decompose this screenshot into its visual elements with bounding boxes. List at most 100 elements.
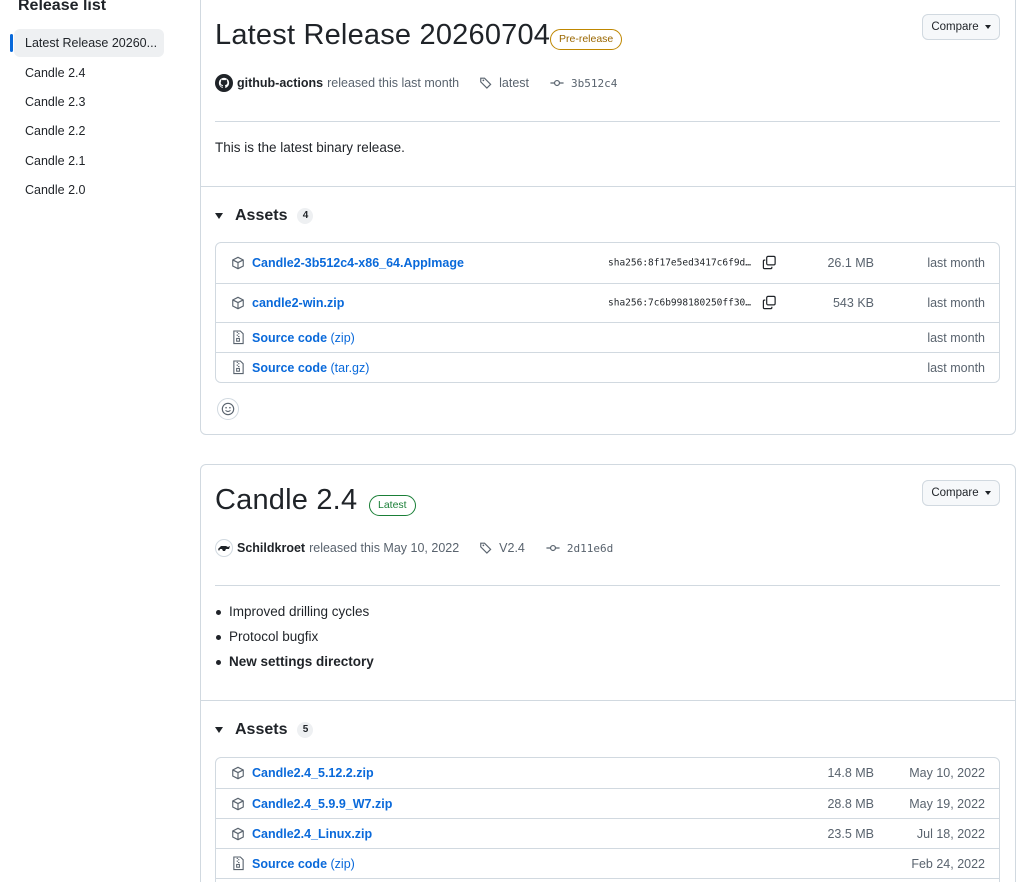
github-mark-icon <box>218 77 230 88</box>
asset-date: last month <box>927 296 985 310</box>
assets-count: 4 <box>297 208 314 224</box>
release-card-latest: Latest Release 20260704 Pre-release Comp… <box>200 0 1016 435</box>
package-icon <box>230 765 246 781</box>
tag-icon <box>480 542 492 554</box>
commit-icon <box>550 79 564 87</box>
compare-label: Compare <box>931 487 979 499</box>
compare-label: Compare <box>931 21 979 33</box>
note-item: Improved drilling cycles <box>216 599 374 624</box>
asset-row: Candle2-3b512c4-x86_64.AppImage sha256:8… <box>216 243 999 283</box>
asset-date: last month <box>927 256 985 270</box>
latest-badge: Latest <box>369 495 416 516</box>
sidebar-item-candle-2-4[interactable]: Candle 2.4 <box>14 59 164 87</box>
divider <box>215 585 1000 586</box>
author-link[interactable]: github-actions <box>237 76 323 90</box>
asset-size: 543 KB <box>832 296 874 310</box>
source-code-link[interactable]: Source code (zip) <box>252 331 355 345</box>
prerelease-badge: Pre-release <box>550 29 623 50</box>
assets-header[interactable]: Assets 4 <box>215 207 314 225</box>
asset-date: last month <box>927 360 985 375</box>
asset-date: Jul 18, 2022 <box>916 826 985 841</box>
note-item: New settings directory <box>216 649 374 674</box>
github-actions-avatar[interactable] <box>215 74 233 92</box>
commit-icon <box>546 544 560 552</box>
release-description: This is the latest binary release. <box>215 140 405 155</box>
assets-list: Candle2-3b512c4-x86_64.AppImage sha256:8… <box>215 242 1000 383</box>
package-icon <box>230 826 246 842</box>
sidebar-title: Release list <box>18 0 107 14</box>
asset-row: Source code (zip) Feb 24, 2022 <box>216 848 999 878</box>
tag-icon <box>480 77 492 89</box>
copy-icon[interactable] <box>762 255 778 271</box>
sidebar-item-candle-2-3[interactable]: Candle 2.3 <box>14 88 164 116</box>
assets-list: Candle2.4_5.12.2.zip 14.8 MB May 10, 202… <box>215 757 1000 882</box>
tag-link[interactable]: latest <box>479 76 529 90</box>
sidebar-item-latest-release[interactable]: Latest Release 20260... <box>14 29 164 57</box>
sidebar-item-candle-2-1[interactable]: Candle 2.1 <box>14 147 164 175</box>
tag-label: V2.4 <box>499 541 525 555</box>
release-meta: Schildkroet released this May 10, 2022 V… <box>215 538 613 558</box>
assets-header[interactable]: Assets 5 <box>215 721 314 739</box>
section-divider <box>201 186 1015 187</box>
file-zip-icon <box>230 330 246 346</box>
asset-size: 14.8 MB <box>827 766 874 780</box>
package-icon <box>230 295 246 311</box>
file-zip-icon <box>230 856 246 872</box>
package-icon <box>230 796 246 812</box>
release-title[interactable]: Latest Release 20260704 <box>215 19 550 52</box>
asset-link[interactable]: Candle2.4_Linux.zip <box>252 827 372 841</box>
asset-date: last month <box>927 330 985 345</box>
section-divider <box>201 700 1015 701</box>
source-code-link[interactable]: Source code (tar.gz) <box>252 361 369 375</box>
asset-sha: sha256:8f17e5ed3417c6f9d… <box>608 257 751 269</box>
commit-link[interactable]: 3b512c4 <box>549 76 617 90</box>
asset-row: Candle2.4_5.9.9_W7.zip 28.8 MB May 19, 2… <box>216 788 999 818</box>
copy-icon[interactable] <box>762 295 778 311</box>
tag-link[interactable]: V2.4 <box>479 541 525 555</box>
release-notes: Improved drilling cycles Protocol bugfix… <box>216 599 374 674</box>
asset-date: May 19, 2022 <box>909 796 985 811</box>
collapse-triangle-icon[interactable] <box>215 727 223 733</box>
sidebar-item-candle-2-2[interactable]: Candle 2.2 <box>14 117 164 145</box>
source-code-link[interactable]: Source code (zip) <box>252 857 355 871</box>
released-text: released this last month <box>327 76 460 90</box>
divider <box>215 121 1000 122</box>
tag-label: latest <box>499 76 530 90</box>
release-meta: github-actions released this last month … <box>215 73 617 93</box>
assets-count: 5 <box>297 722 314 738</box>
asset-date: May 10, 2022 <box>909 766 985 780</box>
asset-row <box>216 878 999 882</box>
release-title[interactable]: Candle 2.4 <box>215 484 357 517</box>
compare-button[interactable]: Compare <box>922 480 1000 506</box>
asset-row: Candle2.4_5.12.2.zip 14.8 MB May 10, 202… <box>216 758 999 788</box>
author-link[interactable]: Schildkroet <box>237 541 305 555</box>
sidebar-item-candle-2-0[interactable]: Candle 2.0 <box>14 176 164 204</box>
add-reaction-button[interactable] <box>217 398 239 420</box>
asset-row: Candle2.4_Linux.zip 23.5 MB Jul 18, 2022 <box>216 818 999 848</box>
release-card-candle-2-4: Candle 2.4 Latest Compare Schildkroet re… <box>200 464 1016 882</box>
asset-date: Feb 24, 2022 <box>911 856 985 871</box>
commit-link[interactable]: 2d11e6d <box>545 541 613 555</box>
asset-link[interactable]: Candle2.4_5.12.2.zip <box>252 766 374 780</box>
asset-link[interactable]: Candle2.4_5.9.9_W7.zip <box>252 797 392 811</box>
note-item: Protocol bugfix <box>216 624 374 649</box>
compare-button[interactable]: Compare <box>922 14 1000 40</box>
file-zip-icon <box>230 360 246 376</box>
released-text: released this May 10, 2022 <box>309 541 460 555</box>
caret-down-icon <box>984 491 991 495</box>
asset-size: 28.8 MB <box>827 796 874 811</box>
asset-size: 23.5 MB <box>827 826 874 841</box>
schildkroet-avatar[interactable] <box>215 539 233 557</box>
asset-link[interactable]: Candle2-3b512c4-x86_64.AppImage <box>252 256 464 270</box>
collapse-triangle-icon[interactable] <box>215 213 223 219</box>
asset-link[interactable]: candle2-win.zip <box>252 296 344 310</box>
caret-down-icon <box>984 25 991 29</box>
package-icon <box>230 255 246 271</box>
asset-row: Source code (zip) last month <box>216 322 999 352</box>
smiley-icon <box>221 402 235 416</box>
commit-sha: 2d11e6d <box>566 541 614 555</box>
assets-label: Assets <box>235 721 288 738</box>
asset-row: candle2-win.zip sha256:7c6b998180250ff30… <box>216 283 999 322</box>
assets-label: Assets <box>235 207 288 224</box>
commit-sha: 3b512c4 <box>571 76 618 90</box>
